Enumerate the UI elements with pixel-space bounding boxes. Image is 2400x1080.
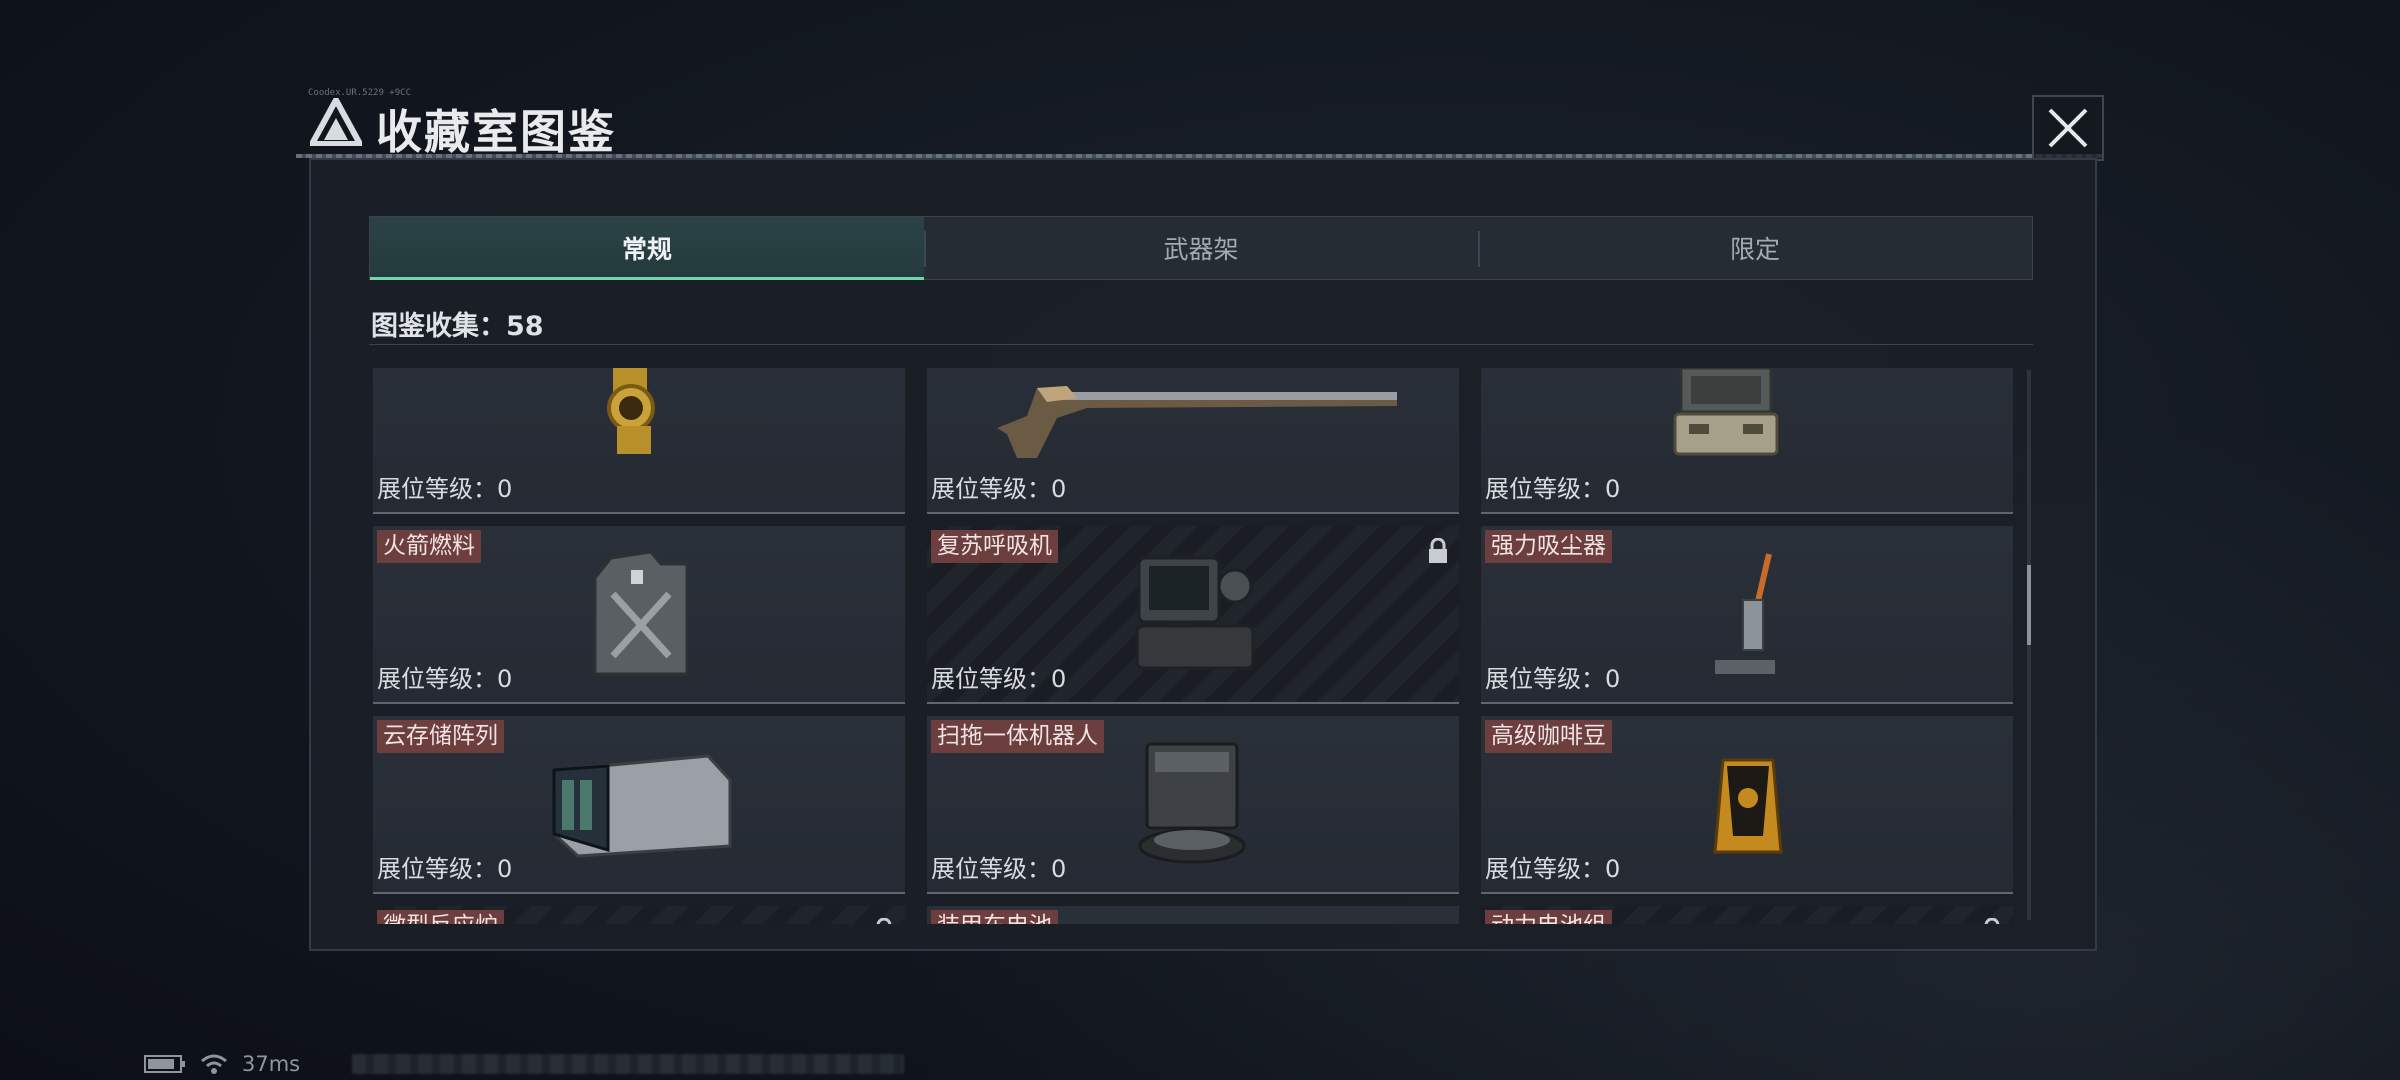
item-name: 装甲车电池 — [931, 910, 1058, 924]
item-card[interactable]: 动力电池组 — [1481, 906, 2013, 924]
vacuum-cleaner-icon — [1715, 553, 1775, 674]
blurred-info — [352, 1054, 904, 1074]
divider — [369, 344, 2033, 345]
gold-watch-icon — [607, 368, 655, 454]
booth-level: 展位等级：0 — [377, 475, 513, 503]
item-name: 火箭燃料 — [377, 530, 481, 563]
booth-level: 展位等级：0 — [931, 475, 1067, 503]
item-name: 动力电池组 — [1485, 910, 1612, 924]
booth-level: 展位等级：0 — [931, 665, 1067, 693]
booth-level: 展位等级：0 — [377, 665, 513, 693]
booth-level: 展位等级：0 — [1485, 665, 1621, 693]
lock-icon — [1984, 918, 2000, 924]
tab-weapon-rack[interactable]: 武器架 — [924, 217, 1478, 279]
booth-level: 展位等级：0 — [1485, 475, 1621, 503]
lock-icon — [1429, 538, 1447, 563]
status-bar: 37ms — [144, 1052, 300, 1076]
wifi-icon — [201, 1054, 227, 1074]
coffee-bag-icon — [1713, 758, 1783, 854]
item-card[interactable]: 扫拖一体机器人 展位等级：0 — [927, 716, 1459, 894]
item-card[interactable]: 强力吸尘器 展位等级：0 — [1481, 526, 2013, 704]
page-title: 收藏室图鉴 — [376, 105, 616, 159]
item-card[interactable]: 复苏呼吸机 展位等级：0 — [927, 526, 1459, 704]
ping-value: 37ms — [242, 1052, 301, 1076]
equipment-case-icon — [1673, 368, 1779, 456]
lock-icon — [876, 918, 892, 924]
item-name: 复苏呼吸机 — [931, 530, 1058, 563]
item-name: 强力吸尘器 — [1485, 530, 1612, 563]
item-card[interactable]: 云存储阵列 展位等级：0 — [373, 716, 905, 894]
item-name: 扫拖一体机器人 — [931, 720, 1104, 753]
tab-regular[interactable]: 常规 — [370, 217, 924, 280]
collection-count: 图鉴收集：58 — [371, 311, 544, 342]
item-card[interactable]: 微型反应炉 — [373, 906, 905, 924]
item-card[interactable]: 展位等级：0 — [927, 368, 1459, 514]
rifle-icon — [997, 386, 1397, 458]
scrollbar-track[interactable] — [2027, 370, 2031, 920]
item-name: 高级咖啡豆 — [1485, 720, 1612, 753]
item-card[interactable]: 装甲车电池 — [927, 906, 1459, 924]
close-button[interactable] — [2032, 95, 2104, 161]
robot-vacuum-icon — [1138, 742, 1246, 864]
item-grid: 展位等级：0 展位等级：0 展位等级：0 火箭燃料 展位等级：0 复苏呼吸机 展… — [373, 368, 2013, 924]
tab-bar: 常规 武器架 限定 — [369, 216, 2033, 280]
storage-array-icon — [552, 754, 732, 858]
delta-logo-icon — [310, 98, 362, 146]
booth-level: 展位等级：0 — [1485, 855, 1621, 883]
item-name: 微型反应炉 — [377, 910, 504, 924]
ventilator-icon — [1135, 556, 1255, 670]
booth-level: 展位等级：0 — [377, 855, 513, 883]
tab-limited[interactable]: 限定 — [1478, 217, 2032, 279]
booth-level: 展位等级：0 — [931, 855, 1067, 883]
collection-panel: 常规 武器架 限定 图鉴收集：58 展位等级：0 展位等级：0 展位等级：0 火… — [309, 158, 2097, 951]
fuel-canister-icon — [593, 550, 689, 676]
item-card[interactable]: 火箭燃料 展位等级：0 — [373, 526, 905, 704]
item-card[interactable]: 高级咖啡豆 展位等级：0 — [1481, 716, 2013, 894]
scrollbar-thumb[interactable] — [2027, 565, 2031, 645]
battery-status-icon — [144, 1055, 185, 1073]
item-name: 云存储阵列 — [377, 720, 504, 753]
title-bar: Coodex.UR.5229 +9CC 收藏室图鉴 — [296, 88, 2104, 159]
close-icon — [2048, 108, 2088, 148]
item-card[interactable]: 展位等级：0 — [1481, 368, 2013, 514]
item-card[interactable]: 展位等级：0 — [373, 368, 905, 514]
